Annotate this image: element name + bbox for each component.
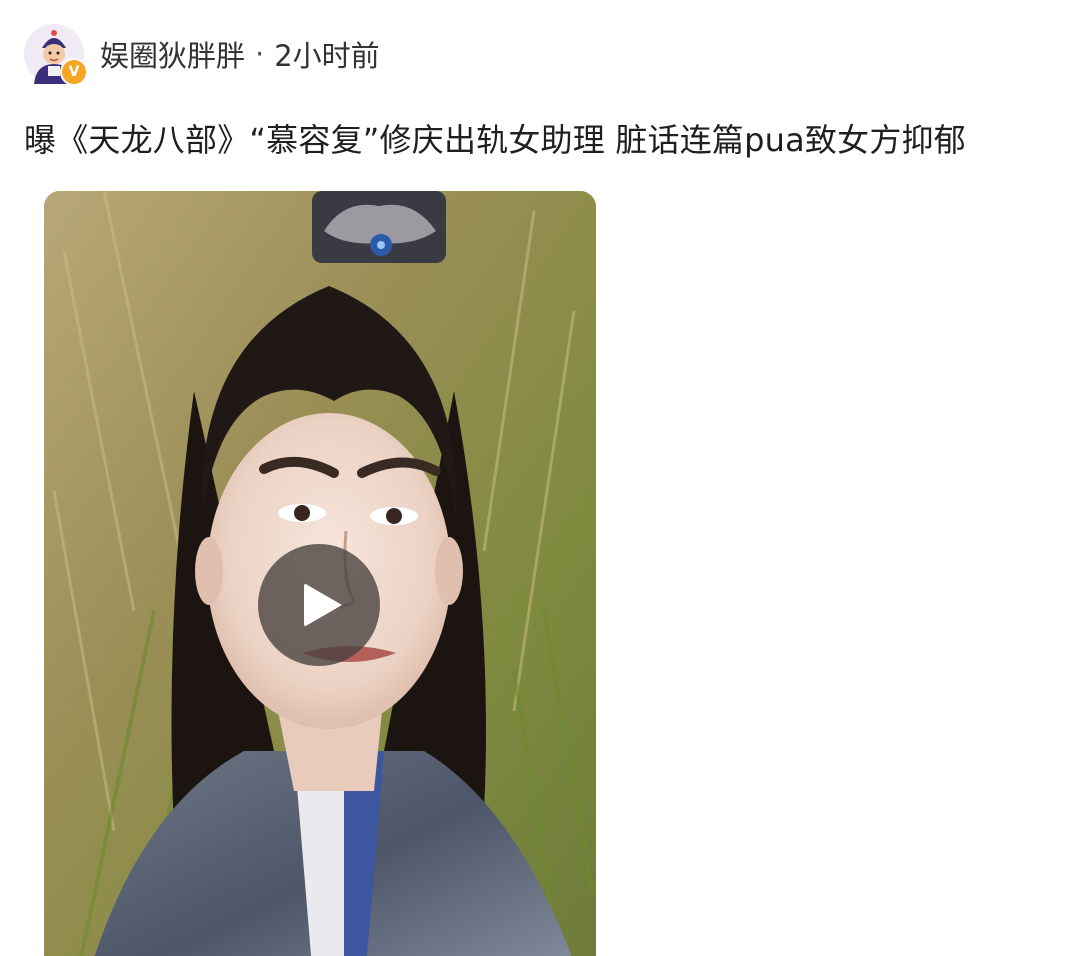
verified-badge-icon: V	[60, 58, 88, 86]
meta-separator: ·	[255, 37, 265, 71]
play-button[interactable]	[258, 544, 380, 666]
post-header: V 娱圈狄胖胖 · 2小时前	[24, 22, 380, 86]
author-name[interactable]: 娱圈狄胖胖	[100, 33, 245, 75]
play-icon	[304, 583, 342, 627]
post-page: V 娱圈狄胖胖 · 2小时前 曝《天龙八部》“慕容复”修庆出轨女助理 脏话连篇p…	[0, 0, 1080, 956]
author-avatar[interactable]: V	[24, 24, 88, 86]
post-title[interactable]: 曝《天龙八部》“慕容复”修庆出轨女助理 脏话连篇pua致女方抑郁	[24, 116, 1064, 164]
video-thumbnail[interactable]	[44, 191, 596, 956]
post-time: 2小时前	[274, 39, 380, 73]
author-line: 娱圈狄胖胖 · 2小时前	[100, 33, 380, 75]
